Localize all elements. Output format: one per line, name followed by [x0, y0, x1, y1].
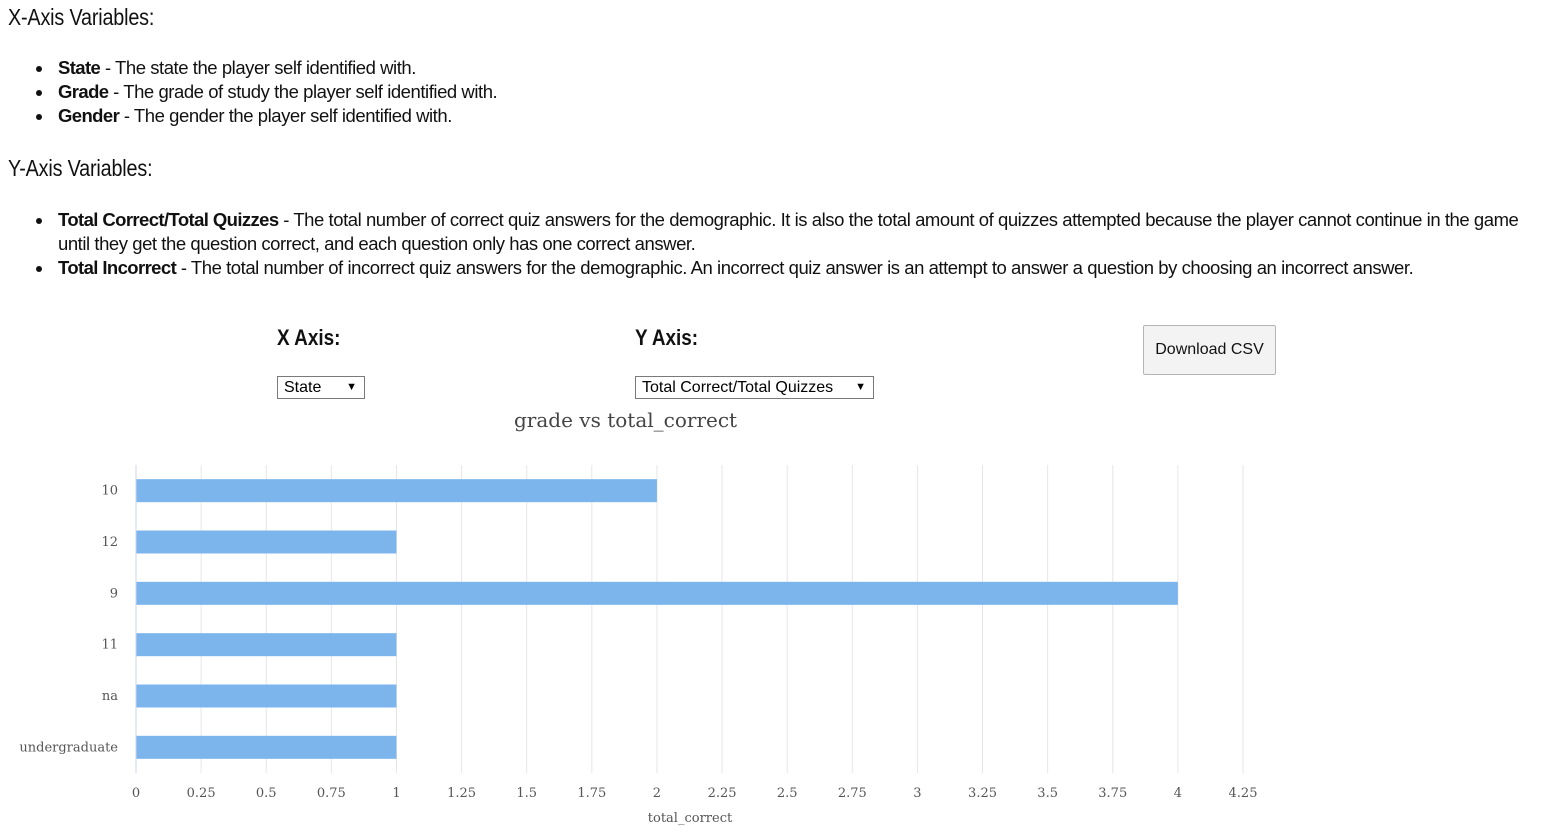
- variable-description: - The grade of study the player self ide…: [108, 81, 498, 102]
- y-axis-variables-heading: Y-Axis Variables:: [8, 155, 153, 181]
- list-item: Grade - The grade of study the player se…: [0, 80, 1540, 104]
- dropdown-caret-icon: ▼: [346, 381, 357, 393]
- tick-label: 3.75: [1098, 786, 1127, 801]
- x-axis-select[interactable]: State ▼: [277, 376, 365, 399]
- tick-label: 0.25: [187, 786, 216, 801]
- bullet: [36, 114, 42, 120]
- bar: [136, 633, 397, 657]
- tick-label: 4.25: [1229, 786, 1258, 801]
- tick-label: 4: [1174, 786, 1182, 801]
- x-axis-title: total_correct: [648, 811, 733, 826]
- x-axis-label: X Axis:: [277, 325, 341, 350]
- tick-label: 2.75: [838, 786, 867, 801]
- tick-label: 1.75: [577, 786, 606, 801]
- tick-label: 1.5: [516, 786, 537, 801]
- bullet: [36, 218, 42, 224]
- category-label: 11: [101, 638, 118, 653]
- tick-label: 3.5: [1037, 786, 1058, 801]
- bar-chart: 10 12 9 11 na undergraduate 0 0.25 0.5 0.75 1 1.25 1…: [19, 465, 1258, 826]
- category-label: undergraduate: [19, 740, 118, 755]
- list-item: Total Incorrect - The total number of in…: [0, 256, 1540, 280]
- tick-label: 3.25: [968, 786, 997, 801]
- bullet: [36, 90, 42, 96]
- variable-term: Gender: [58, 105, 120, 126]
- tick-label: 2.25: [708, 786, 737, 801]
- category-label: na: [102, 689, 118, 704]
- tick-label: 1.25: [447, 786, 476, 801]
- variable-term: Total Incorrect: [58, 257, 177, 278]
- tick-label: 0.5: [256, 786, 277, 801]
- x-axis-selected-value: State: [284, 379, 322, 396]
- list-item: State - The state the player self identi…: [0, 56, 1540, 80]
- tick-label: 0.75: [317, 786, 346, 801]
- x-axis-variables-heading: X-Axis Variables:: [8, 4, 155, 30]
- category-label: 10: [101, 484, 118, 499]
- tick-label: 3: [913, 786, 921, 801]
- bar: [136, 581, 1178, 605]
- tick-label: 2: [653, 786, 661, 801]
- tick-label: 1: [392, 786, 400, 801]
- variable-term: State: [58, 57, 101, 78]
- category-label: 9: [110, 586, 118, 601]
- dropdown-caret-icon: ▼: [855, 381, 866, 393]
- y-axis-label: Y Axis:: [635, 325, 699, 350]
- x-axis-variables-list: State - The state the player self identi…: [0, 56, 1540, 128]
- bar: [136, 684, 397, 708]
- bar: [136, 479, 657, 503]
- category-label: 12: [101, 535, 118, 550]
- bullet: [36, 66, 42, 72]
- bar: [136, 735, 397, 759]
- y-axis-selected-value: Total Correct/Total Quizzes: [642, 379, 834, 396]
- tick-label: 2.5: [777, 786, 798, 801]
- bar: [136, 530, 397, 554]
- tick-label: 0: [132, 786, 140, 801]
- download-csv-button[interactable]: Download CSV: [1143, 325, 1276, 375]
- variable-description: - The state the player self identified w…: [100, 57, 416, 78]
- variable-description: - The gender the player self identified …: [119, 105, 452, 126]
- variable-description: - The total number of incorrect quiz ans…: [176, 257, 1414, 278]
- y-axis-select[interactable]: Total Correct/Total Quizzes ▼: [635, 376, 874, 399]
- y-axis-variables-list: Total Correct/Total Quizzes - The total …: [0, 208, 1540, 280]
- list-item: Total Correct/Total Quizzes - The total …: [0, 208, 1540, 256]
- bullet: [36, 266, 42, 272]
- variable-term: Grade: [58, 81, 109, 102]
- variable-term: Total Correct/Total Quizzes: [58, 209, 279, 230]
- chart-title: grade vs total_correct: [514, 408, 738, 432]
- list-item: Gender - The gender the player self iden…: [0, 104, 1540, 128]
